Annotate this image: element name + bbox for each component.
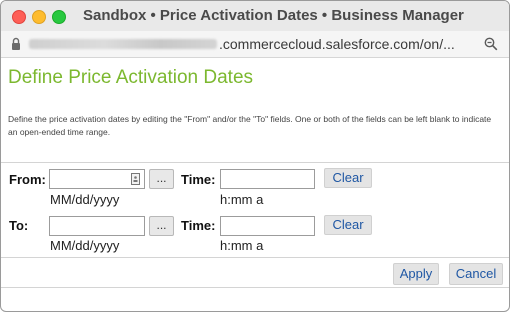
address-bar[interactable]: .commercecloud.salesforce.com/on/... <box>1 31 509 58</box>
maximize-window-button[interactable] <box>52 10 66 24</box>
url-text: .commercecloud.salesforce.com/on/... <box>219 36 455 52</box>
to-label: To: <box>9 218 29 233</box>
to-date-picker-button[interactable]: ... <box>149 216 174 236</box>
from-time-hint: h:mm a <box>220 192 264 207</box>
url-redacted-portion <box>29 39 217 49</box>
minimize-window-button[interactable] <box>32 10 46 24</box>
zoom-icon[interactable] <box>484 37 498 51</box>
to-date-input[interactable] <box>49 216 145 236</box>
to-time-hint: h:mm a <box>220 238 264 253</box>
from-time-input[interactable] <box>220 169 315 189</box>
lock-icon <box>12 37 20 50</box>
page-title: Define Price Activation Dates <box>8 67 254 88</box>
divider-footer <box>1 287 509 288</box>
from-clear-button[interactable]: Clear <box>324 168 372 188</box>
cancel-button[interactable]: Cancel <box>449 263 503 285</box>
apply-button[interactable]: Apply <box>393 263 439 285</box>
from-date-input[interactable] <box>49 169 145 189</box>
page-description: Define the price activation dates by edi… <box>8 114 492 137</box>
window-title: Sandbox • Price Activation Dates • Busin… <box>83 7 464 24</box>
from-label: From: <box>9 172 46 187</box>
to-time-input[interactable] <box>220 216 315 236</box>
title-bar: Sandbox • Price Activation Dates • Busin… <box>1 1 509 31</box>
from-date-hint: MM/dd/yyyy <box>50 192 120 207</box>
from-date-picker-button[interactable]: ... <box>149 169 174 189</box>
divider-bottom <box>1 257 509 258</box>
calendar-icon <box>131 173 140 185</box>
from-time-label: Time: <box>181 172 216 187</box>
to-date-hint: MM/dd/yyyy <box>50 238 120 253</box>
close-window-button[interactable] <box>12 10 26 24</box>
to-time-label: Time: <box>181 218 216 233</box>
browser-window: Sandbox • Price Activation Dates • Busin… <box>0 0 510 312</box>
to-clear-button[interactable]: Clear <box>324 215 372 235</box>
divider-top <box>1 162 509 163</box>
